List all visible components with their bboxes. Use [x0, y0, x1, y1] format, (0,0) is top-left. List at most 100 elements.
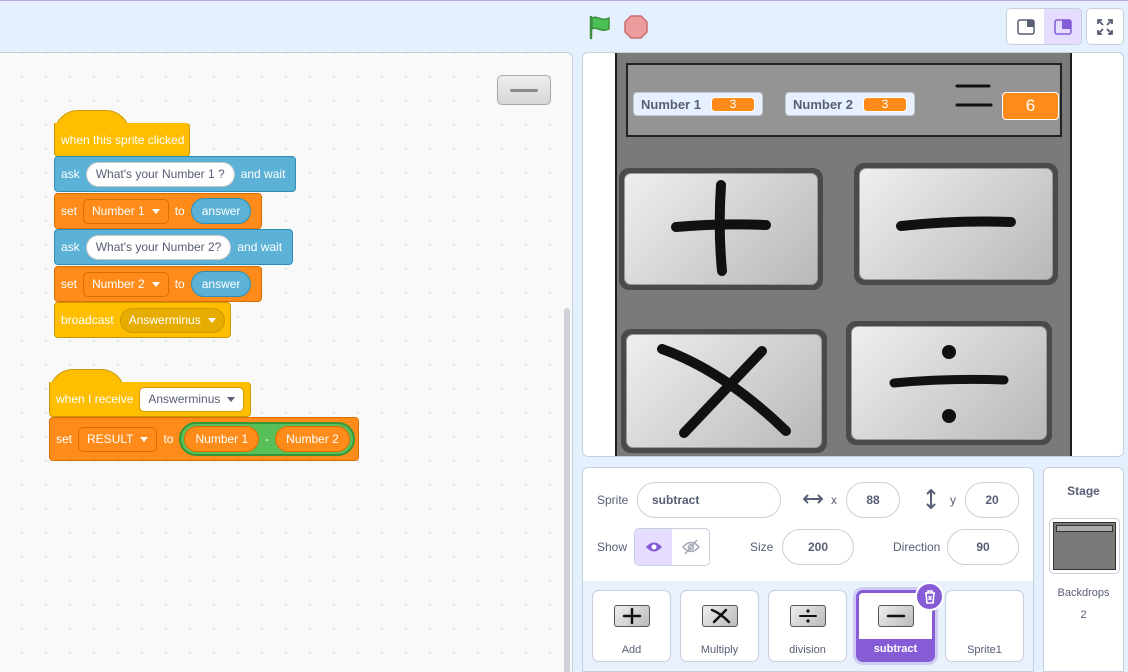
stage-size-toggle [1006, 8, 1082, 45]
receive-message-dropdown[interactable]: Answerminus [139, 386, 245, 412]
number2-reporter[interactable]: Number 2 [275, 426, 350, 452]
block-label: set [61, 277, 78, 291]
zoom-out-button[interactable] [497, 75, 551, 105]
number1-reporter[interactable]: Number 1 [184, 426, 260, 452]
dropdown-caret-icon [207, 317, 216, 323]
block-label: ask [61, 167, 80, 181]
dropdown-value: Number 1 [92, 204, 145, 218]
division-sprite[interactable] [846, 321, 1052, 445]
multiply-sprite[interactable] [621, 329, 827, 453]
block-label: ask [61, 240, 80, 254]
variable-dropdown-1[interactable]: Number 1 [83, 198, 169, 224]
result-variable-dropdown[interactable]: RESULT [78, 426, 158, 452]
ask-block-2[interactable]: ask What's your Number 2? and wait [54, 229, 293, 265]
block-label: set [61, 204, 78, 218]
when-sprite-clicked-block[interactable]: when this sprite clicked [54, 123, 190, 157]
normal-stage-icon [1053, 18, 1072, 35]
dropdown-caret-icon [151, 208, 160, 214]
broadcast-message-dropdown[interactable]: Answerminus [119, 307, 225, 333]
normal-stage-button[interactable] [1044, 9, 1081, 44]
sprite-tile-division[interactable]: division [768, 590, 847, 662]
green-flag-icon[interactable] [587, 14, 613, 40]
variable-dropdown-2[interactable]: Number 2 [83, 271, 169, 297]
sprite-name: Sprite1 [967, 644, 1002, 656]
plus-icon [671, 180, 771, 276]
show-label: Show [597, 540, 628, 554]
backdrops-count: 2 [1080, 609, 1087, 621]
monitor-label: Number 1 [641, 96, 701, 112]
number2-monitor[interactable]: Number 2 3 [785, 92, 915, 116]
plus-icon [613, 605, 650, 627]
sprite-label: Sprite [597, 493, 629, 507]
code-area[interactable]: when this sprite clicked ask What's your… [0, 52, 573, 672]
dropdown-caret-icon [227, 396, 236, 402]
sprite-tile-add[interactable]: Add [592, 590, 671, 662]
stage-selector[interactable]: Stage Backdrops 2 [1043, 467, 1124, 672]
calculator-display: Number 1 3 Number 2 3 6 [626, 63, 1062, 137]
minus-icon [510, 88, 538, 92]
block-label: when I receive [56, 392, 134, 406]
direction-label: Direction [893, 540, 941, 554]
block-label: when this sprite clicked [61, 132, 185, 147]
y-position-input[interactable]: 20 [965, 482, 1019, 518]
set-variable-block-2[interactable]: set Number 2 to answer [54, 266, 262, 302]
sprite-name: division [789, 644, 826, 656]
stage[interactable]: Number 1 3 Number 2 3 6 [582, 52, 1124, 457]
small-stage-icon [1016, 18, 1035, 35]
set-result-block[interactable]: set RESULT to Number 1 - Number 2 [49, 417, 359, 461]
size-input[interactable]: 200 [782, 529, 854, 565]
top-bar [0, 0, 1128, 52]
block-label: to [163, 432, 174, 446]
trash-icon [924, 590, 935, 604]
sprite-tile-multiply[interactable]: Multiply [680, 590, 759, 662]
monitor-value: 3 [862, 96, 907, 112]
ask-question-input-1[interactable]: What's your Number 1 ? [85, 161, 235, 187]
divide-icon [789, 605, 826, 627]
dropdown-caret-icon [140, 436, 149, 442]
code-scrollbar[interactable] [564, 308, 570, 672]
set-variable-block-1[interactable]: set Number 1 to answer [54, 193, 262, 229]
sprite-name: Multiply [700, 644, 739, 656]
delete-sprite-button[interactable] [915, 582, 944, 611]
sprite-name-input[interactable]: subtract [637, 482, 781, 518]
minus-icon [877, 605, 914, 627]
direction-input[interactable]: 90 [947, 529, 1019, 565]
answer-reporter-1[interactable]: answer [190, 198, 252, 224]
ask-block-1[interactable]: ask What's your Number 1 ? and wait [54, 156, 296, 192]
show-hidden-button[interactable] [672, 529, 709, 565]
number1-monitor[interactable]: Number 1 3 [633, 92, 763, 116]
add-sprite[interactable] [619, 168, 823, 290]
backdrops-label: Backdrops [1057, 587, 1110, 599]
when-i-receive-block[interactable]: when I receive Answerminus [49, 382, 251, 417]
small-stage-button[interactable] [1007, 9, 1044, 44]
y-arrows-icon [926, 489, 936, 509]
ask-question-input-2[interactable]: What's your Number 2? [85, 234, 232, 260]
y-label: y [950, 493, 956, 507]
block-label: to [174, 204, 185, 218]
sprite-name: subtract [859, 639, 932, 659]
eye-slash-icon [681, 539, 700, 555]
size-label: Size [750, 540, 774, 554]
monitor-value: 3 [710, 96, 755, 112]
x-position-input[interactable]: 88 [846, 482, 900, 518]
subtract-operator[interactable]: Number 1 - Number 2 [179, 422, 355, 456]
subtract-sprite[interactable] [854, 163, 1058, 285]
equals-icon [955, 84, 993, 107]
fullscreen-button[interactable] [1086, 8, 1124, 45]
fullscreen-icon [1097, 18, 1113, 35]
dropdown-value: Number 2 [92, 277, 145, 291]
result-monitor[interactable]: 6 [1002, 92, 1059, 120]
minus-icon [896, 216, 1016, 231]
stop-icon[interactable] [624, 15, 648, 39]
stage-thumbnail[interactable] [1049, 518, 1120, 574]
eye-icon [645, 542, 662, 552]
show-visible-button[interactable] [635, 529, 672, 565]
x-label: x [831, 493, 837, 507]
minus-sign: - [265, 432, 270, 446]
answer-reporter-2[interactable]: answer [190, 271, 252, 297]
calculator-backdrop: Number 1 3 Number 2 3 6 [615, 53, 1072, 456]
x-arrows-icon [803, 494, 823, 504]
sprite-tile-sprite1[interactable]: Sprite1 [945, 590, 1024, 662]
block-label: broadcast [61, 313, 114, 327]
broadcast-block[interactable]: broadcast Answerminus [54, 302, 231, 338]
